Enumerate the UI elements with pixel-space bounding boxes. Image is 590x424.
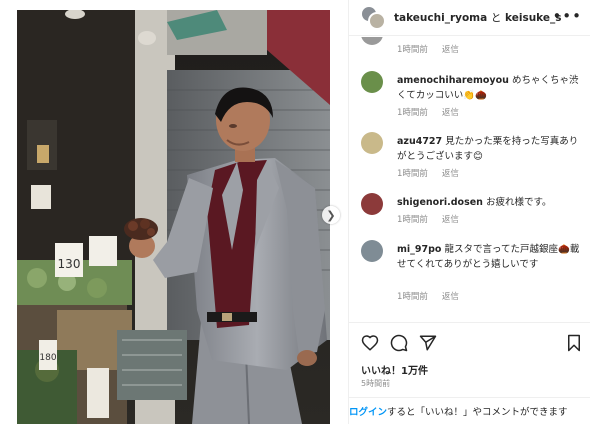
post-authors: takeuchi_ryoma と keisuke_sakai.s bbox=[394, 10, 562, 25]
comment-meta: 1時間前 返信 bbox=[397, 213, 459, 225]
likes-count[interactable]: いいね！1万件 bbox=[361, 362, 428, 377]
comment-time[interactable]: 1時間前 bbox=[397, 167, 428, 179]
comment-username[interactable]: mi_97po bbox=[397, 244, 441, 255]
post-timestamp[interactable]: 5時間前 bbox=[361, 378, 390, 389]
price-sign-130: 130 bbox=[58, 257, 81, 271]
comment-username[interactable]: amenochiharemoyou bbox=[397, 75, 509, 86]
price-sign-180: 180 bbox=[39, 353, 56, 363]
comment-icon[interactable] bbox=[390, 334, 408, 352]
post-header: takeuchi_ryoma と keisuke_sakai.s ••• bbox=[349, 0, 590, 36]
comment-text-block: azu4727 見たかった栗を持った写真ありがとうございます😊 bbox=[397, 134, 583, 164]
bookmark-icon[interactable] bbox=[566, 334, 582, 352]
post-actions bbox=[349, 322, 590, 362]
comment-meta: 1時間前 返信 bbox=[397, 167, 459, 179]
comment-meta: 1時間前 返信 bbox=[397, 290, 459, 302]
comment-body: お疲れ様です。 bbox=[485, 197, 552, 208]
author-link[interactable]: takeuchi_ryoma bbox=[394, 12, 487, 24]
reply-button[interactable]: 返信 bbox=[442, 43, 459, 55]
login-link[interactable]: ログイン bbox=[349, 407, 387, 418]
avatar[interactable] bbox=[361, 193, 383, 215]
comment-list: 1時間前 返信 amenochiharemoyou めちゃくちゃ渋くてカッコいい… bbox=[349, 37, 590, 320]
comment-time[interactable]: 1時間前 bbox=[397, 290, 428, 302]
comment-time[interactable]: 1時間前 bbox=[397, 106, 428, 118]
avatar bbox=[368, 11, 386, 30]
avatar[interactable] bbox=[361, 71, 383, 93]
heart-icon[interactable] bbox=[361, 334, 379, 352]
collab-avatars[interactable] bbox=[360, 4, 388, 31]
comment-text-block: amenochiharemoyou めちゃくちゃ渋くてカッコいい👏🌰 bbox=[397, 73, 583, 103]
login-prompt: ログインすると「いいね！」やコメントができます bbox=[349, 397, 590, 424]
comment-text-block: mi_97po 龍スタで言ってた戸越銀座🌰載せてくれてありがとう嬉しいです bbox=[397, 242, 583, 272]
comment-username[interactable]: azu4727 bbox=[397, 136, 442, 147]
chevron-right-icon: ❯ bbox=[326, 208, 336, 222]
reply-button[interactable]: 返信 bbox=[442, 106, 459, 118]
avatar[interactable] bbox=[361, 37, 383, 45]
reply-button[interactable]: 返信 bbox=[442, 167, 459, 179]
more-options-icon[interactable]: ••• bbox=[552, 9, 582, 24]
post-side-panel: takeuchi_ryoma と keisuke_sakai.s ••• 1時間… bbox=[348, 0, 590, 424]
comment-meta: 1時間前 返信 bbox=[397, 106, 459, 118]
next-image-button[interactable]: ❯ bbox=[322, 206, 340, 224]
comment-meta: 1時間前 返信 bbox=[397, 43, 459, 55]
reply-button[interactable]: 返信 bbox=[442, 290, 459, 302]
author-separator: と bbox=[490, 12, 502, 24]
share-icon[interactable] bbox=[419, 334, 437, 352]
comment-text-block: shigenori.dosen お疲れ様です。 bbox=[397, 195, 583, 210]
comment-time[interactable]: 1時間前 bbox=[397, 43, 428, 55]
comment-time[interactable]: 1時間前 bbox=[397, 213, 428, 225]
comment-username[interactable]: shigenori.dosen bbox=[397, 197, 483, 208]
reply-button[interactable]: 返信 bbox=[442, 213, 459, 225]
login-prompt-text: すると「いいね！」やコメントができます bbox=[387, 407, 568, 418]
post-photo: 130 180 bbox=[17, 10, 330, 424]
photo-illustration: 130 180 bbox=[17, 10, 330, 424]
avatar[interactable] bbox=[361, 132, 383, 154]
avatar[interactable] bbox=[361, 240, 383, 262]
